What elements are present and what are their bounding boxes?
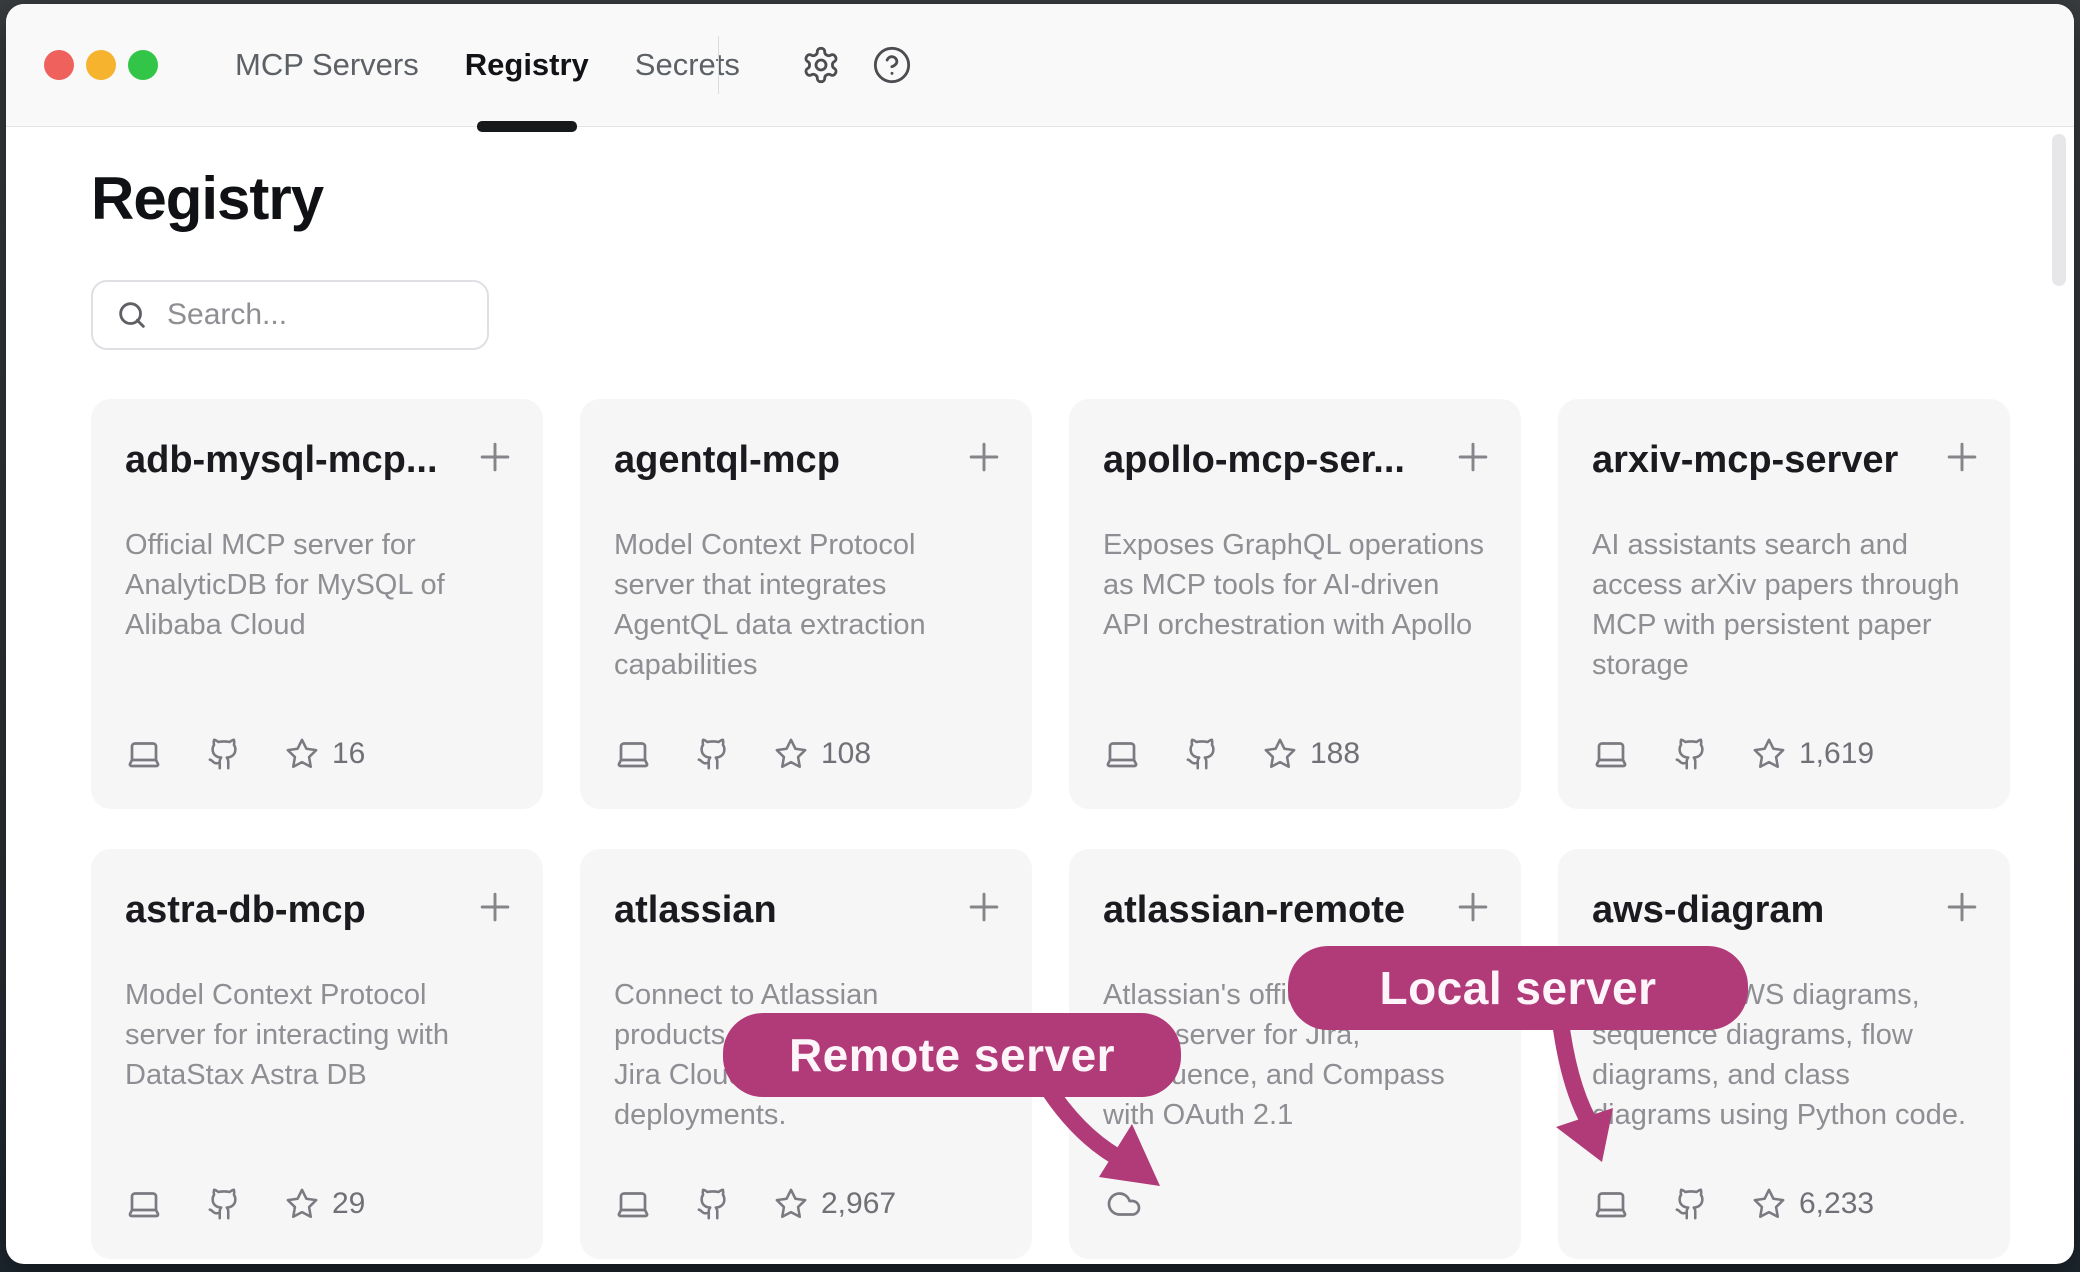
server-name: adb-mysql-mcp... [125,439,455,482]
star-icon [774,1187,808,1221]
search-icon [115,298,149,332]
laptop-icon [125,1186,163,1222]
server-name: agentql-mcp [614,439,944,482]
server-card-footer: 16 [125,735,365,773]
page-title: Registry [91,164,323,233]
add-server-button[interactable] [960,433,1008,481]
server-name: astra-db-mcp [125,889,455,932]
server-name: atlassian [614,889,944,932]
github-icon [696,1187,730,1221]
star-count: 2,967 [821,1187,896,1221]
laptop-icon [614,1186,652,1222]
github-stars: 1,619 [1752,737,1874,771]
close-button[interactable] [44,50,74,80]
app-window: MCP Servers Registry Secrets Registry [6,4,2074,1264]
laptop-icon [1592,736,1630,772]
laptop-icon [125,736,163,772]
titlebar-divider [718,36,719,94]
add-server-button[interactable] [1449,883,1497,931]
settings-gear-icon[interactable] [801,45,841,85]
server-description: Model Context Protocol server for intera… [125,975,517,1095]
server-description: Official MCP server for AnalyticDB for M… [125,525,517,645]
tab-registry[interactable]: Registry [442,4,612,126]
add-server-button[interactable] [960,883,1008,931]
server-description: AI assistants search and access arXiv pa… [1592,525,1984,685]
github-stars: 2,967 [774,1187,896,1221]
star-count: 108 [821,737,871,771]
star-icon [774,737,808,771]
github-stars: 188 [1263,737,1360,771]
add-server-button[interactable] [1938,883,1986,931]
server-name: apollo-mcp-ser... [1103,439,1433,482]
server-card[interactable]: atlassian-remote Atlassian's official MC… [1069,849,1521,1259]
server-card-footer: 29 [125,1185,365,1223]
github-stars: 29 [285,1187,365,1221]
star-count: 188 [1310,737,1360,771]
github-icon [1674,1187,1708,1221]
help-circle-icon[interactable] [872,45,912,85]
server-card[interactable]: atlassian Connect to Atlassian products.… [580,849,1032,1259]
search-box [91,280,489,350]
server-card[interactable]: aws-diagram Generate AWS diagrams, seque… [1558,849,2010,1259]
star-icon [285,1187,319,1221]
laptop-icon [1592,1186,1630,1222]
server-description: Atlassian's official MCP server for Jira… [1103,975,1495,1135]
server-description: Model Context Protocol server that integ… [614,525,1006,685]
star-icon [1752,1187,1786,1221]
add-server-button[interactable] [1938,433,1986,481]
github-stars: 16 [285,737,365,771]
tab-bar: MCP Servers Registry Secrets [212,4,763,126]
scrollbar-thumb[interactable] [2052,134,2066,286]
server-card-footer: 108 [614,735,871,773]
github-icon [1185,737,1219,771]
add-server-button[interactable] [471,883,519,931]
search-input[interactable] [165,297,465,333]
server-card-footer: 6,233 [1592,1185,1874,1223]
server-name: aws-diagram [1592,889,1922,932]
star-icon [285,737,319,771]
server-card-footer: 188 [1103,735,1360,773]
server-card-footer: 1,619 [1592,735,1874,773]
traffic-lights [44,50,158,80]
github-stars: 108 [774,737,871,771]
server-card[interactable]: arxiv-mcp-server AI assistants search an… [1558,399,2010,809]
laptop-icon [1103,736,1141,772]
server-description: Exposes GraphQL operations as MCP tools … [1103,525,1495,645]
star-count: 6,233 [1799,1187,1874,1221]
minimize-button[interactable] [86,50,116,80]
star-count: 29 [332,1187,365,1221]
zoom-button[interactable] [128,50,158,80]
github-icon [207,737,241,771]
tab-mcp-servers[interactable]: MCP Servers [212,4,442,126]
server-card-footer [1103,1185,1145,1223]
github-icon [1674,737,1708,771]
github-icon [207,1187,241,1221]
tab-secrets[interactable]: Secrets [612,4,763,126]
server-description: Connect to Atlassian products. Supports … [614,975,1006,1135]
server-card[interactable]: apollo-mcp-ser... Exposes GraphQL operat… [1069,399,1521,809]
card-grid: adb-mysql-mcp... Official MCP server for… [91,399,2010,1259]
github-icon [696,737,730,771]
star-count: 16 [332,737,365,771]
star-icon [1752,737,1786,771]
add-server-button[interactable] [471,433,519,481]
star-icon [1263,737,1297,771]
server-card[interactable]: agentql-mcp Model Context Protocol serve… [580,399,1032,809]
github-stars: 6,233 [1752,1187,1874,1221]
server-card[interactable]: adb-mysql-mcp... Official MCP server for… [91,399,543,809]
server-description: Generate AWS diagrams, sequence diagrams… [1592,975,1984,1135]
server-name: arxiv-mcp-server [1592,439,1922,482]
star-count: 1,619 [1799,737,1874,771]
titlebar: MCP Servers Registry Secrets [6,4,2074,127]
cloud-icon [1103,1186,1145,1222]
server-card[interactable]: astra-db-mcp Model Context Protocol serv… [91,849,543,1259]
laptop-icon [614,736,652,772]
server-name: atlassian-remote [1103,889,1433,932]
server-card-footer: 2,967 [614,1185,896,1223]
add-server-button[interactable] [1449,433,1497,481]
